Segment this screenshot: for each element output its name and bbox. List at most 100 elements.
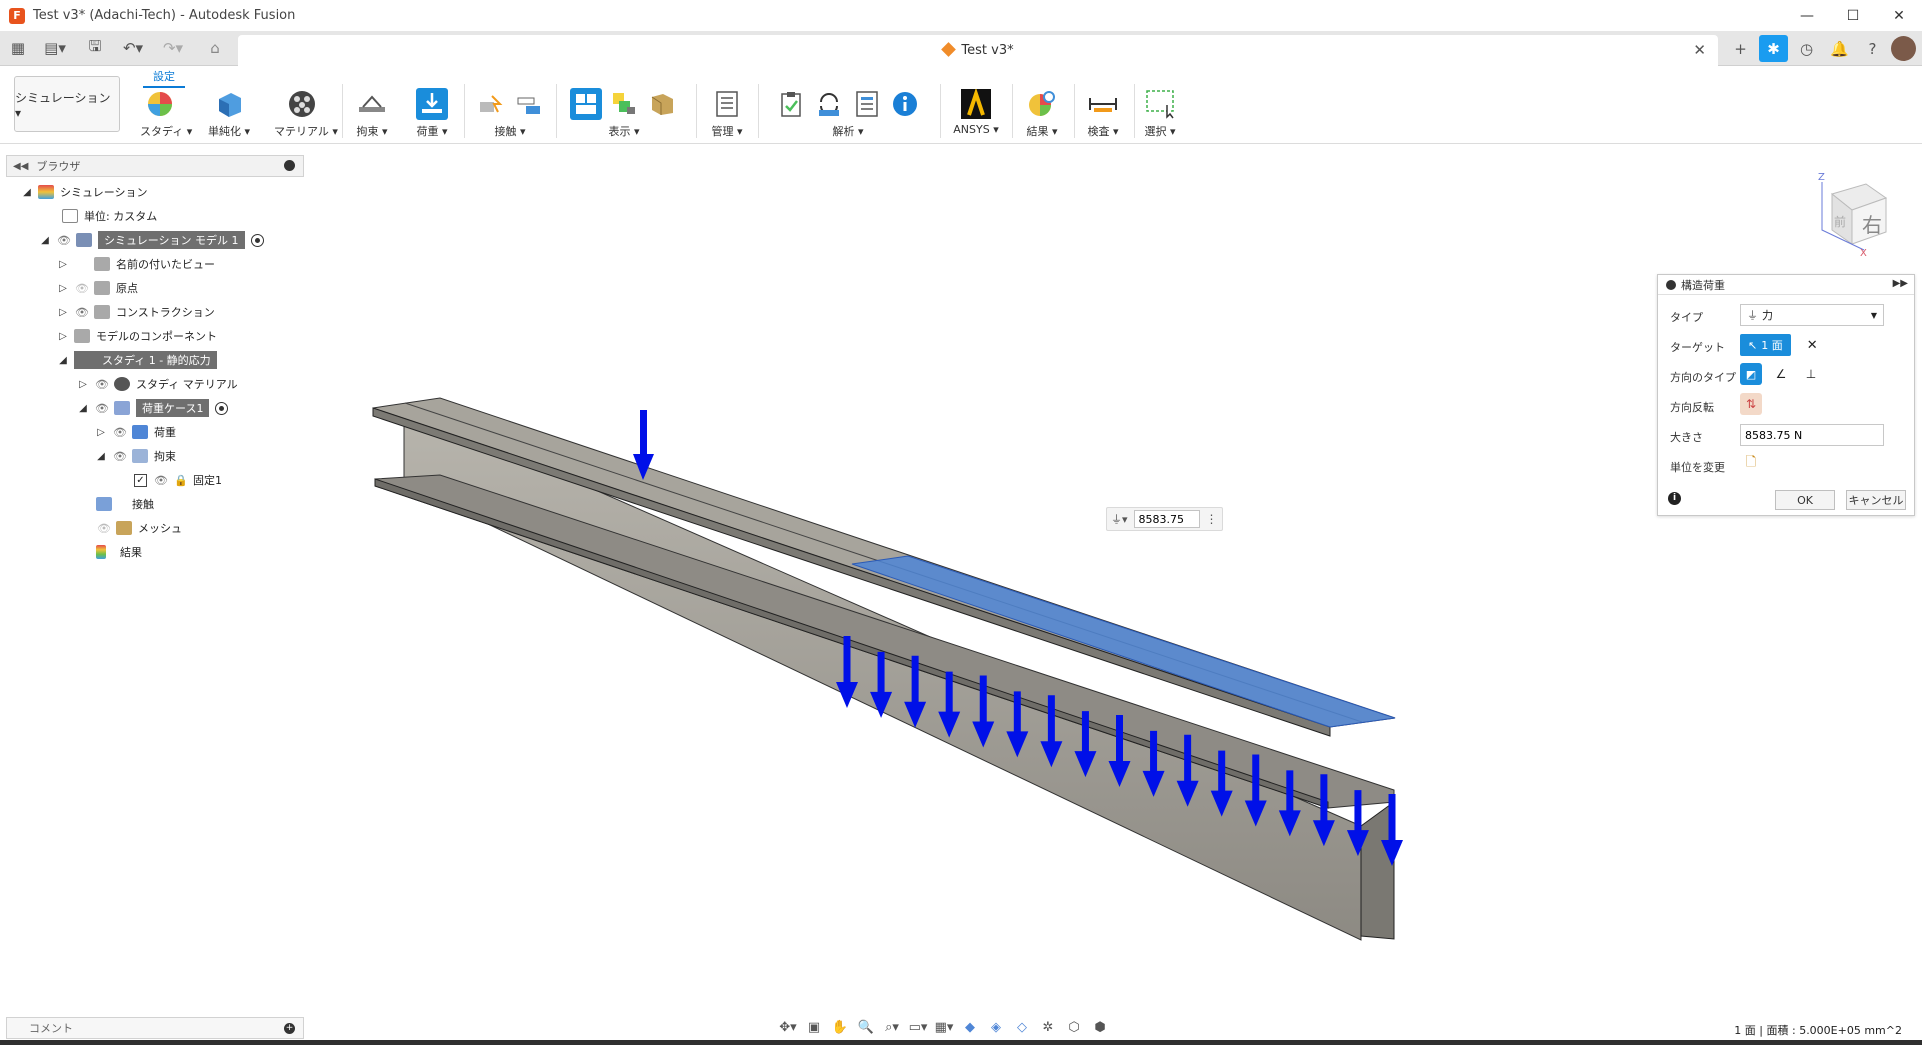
normal-direction-icon[interactable]: ◩ [1740, 363, 1762, 385]
tree-item-study-materials[interactable]: ▷ 👁 スタディ マテリアル [76, 374, 238, 394]
results-group[interactable]: 結果 ▾ [1020, 86, 1064, 142]
collapse-dialog-icon[interactable] [1666, 279, 1676, 290]
close-tab-icon[interactable]: ✕ [1693, 41, 1706, 59]
clear-selection-icon[interactable]: ✕ [1807, 338, 1818, 353]
tree-item-named-views[interactable]: ▷ 名前の付いたビュー [56, 254, 215, 274]
select-group[interactable]: 選択 ▾ [1140, 86, 1180, 142]
contacts-group[interactable]: 接触 ▾ [472, 86, 548, 142]
pan-icon[interactable]: ✋ [829, 1016, 851, 1038]
expand-triangle-icon[interactable]: ▷ [76, 379, 90, 390]
expand-triangle-icon[interactable]: ▷ [56, 283, 70, 294]
visibility-eye-icon[interactable]: 👁 [74, 306, 90, 319]
tree-item-load-case-1[interactable]: ◢ 👁 荷重ケース1 [76, 398, 229, 418]
collapse-browser-icon[interactable]: ◀◀ [13, 161, 28, 172]
close-window-button[interactable]: ✕ [1876, 0, 1922, 31]
minimize-button[interactable]: — [1784, 0, 1830, 31]
tree-item-study-1[interactable]: ◢ スタディ 1 - 静的応力 [56, 350, 217, 370]
tree-item-mesh[interactable]: 👁 メッシュ [96, 518, 182, 538]
job-status-icon[interactable]: ◷ [1792, 35, 1821, 62]
visibility-eye-icon[interactable]: 👁 [153, 474, 169, 487]
target-selection-button[interactable]: ↖ 1 面 [1740, 334, 1791, 356]
user-avatar[interactable] [1891, 36, 1916, 61]
info-icon[interactable]: i [1668, 492, 1681, 505]
cancel-button[interactable]: キャンセル [1846, 490, 1906, 510]
wireframe-shaded-icon[interactable]: ◇ [1011, 1016, 1033, 1038]
look-at-icon[interactable]: ▣ [803, 1016, 825, 1038]
help-icon[interactable]: ? [1858, 35, 1887, 62]
inspect-group[interactable]: 検査 ▾ [1082, 86, 1124, 142]
solve-group[interactable]: 解析 ▾ [765, 86, 931, 142]
expand-triangle-icon[interactable]: ▷ [56, 331, 70, 342]
tab-setup[interactable]: 設定 [143, 68, 185, 88]
collapse-triangle-icon[interactable]: ◢ [76, 403, 90, 414]
magnitude-input[interactable] [1740, 424, 1884, 446]
zoom-icon[interactable]: 🔍 [855, 1016, 877, 1038]
view-cube-right-face[interactable]: 右 [1862, 213, 1882, 237]
ok-button[interactable]: OK [1775, 490, 1835, 510]
tree-item-construction[interactable]: ▷ 👁 コンストラクション [56, 302, 215, 322]
grid-icon[interactable]: ▦▾ [933, 1016, 955, 1038]
home-icon[interactable]: ⌂ [202, 37, 228, 59]
file-menu-icon[interactable]: ▤▾ [40, 37, 70, 59]
extensions-icon[interactable]: ✱ [1759, 35, 1788, 62]
save-icon[interactable]: 🖫 [84, 37, 106, 59]
tree-item-loads[interactable]: ▷ 👁 荷重 [94, 422, 176, 442]
comments-panel[interactable]: コメント + [6, 1017, 304, 1039]
expand-triangle-icon[interactable]: ▷ [56, 307, 70, 318]
expand-triangle-icon[interactable]: ▷ [56, 259, 70, 270]
wireframe-icon[interactable]: ⬢ [1089, 1016, 1111, 1038]
vector-direction-icon[interactable]: ⊥ [1800, 363, 1822, 385]
hidden-edges-icon[interactable]: ⬡ [1063, 1016, 1085, 1038]
redo-icon[interactable]: ↷▾ [158, 37, 188, 59]
shaded-edges-icon[interactable]: ◈ [985, 1016, 1007, 1038]
notifications-icon[interactable]: 🔔 [1825, 35, 1854, 62]
visibility-eye-icon[interactable]: 👁 [56, 234, 72, 247]
visibility-eye-icon[interactable]: 👁 [112, 450, 128, 463]
tree-item-simulation[interactable]: ◢ シミュレーション [20, 182, 148, 202]
visibility-eye-icon[interactable]: 👁 [112, 426, 128, 439]
add-comment-icon[interactable]: + [284, 1023, 295, 1034]
document-tab[interactable]: Test v3* ✕ [238, 35, 1718, 66]
loads-group[interactable]: 荷重 ▾ [410, 86, 454, 142]
view-cube[interactable]: 右 前 Z X [1812, 170, 1896, 260]
tree-item-results[interactable]: 結果 [96, 542, 142, 562]
angle-direction-icon[interactable]: ∠ [1770, 363, 1792, 385]
hidden-eye-icon[interactable]: 👁 [96, 522, 112, 535]
new-tab-icon[interactable]: + [1726, 35, 1755, 62]
collapse-triangle-icon[interactable]: ◢ [38, 235, 52, 246]
tree-item-simulation-model[interactable]: ◢ 👁 シミュレーション モデル 1 [38, 230, 264, 250]
display-group[interactable]: 表示 ▾ [563, 86, 685, 142]
section-view-icon[interactable]: ✲ [1037, 1016, 1059, 1038]
include-checkbox[interactable]: ✓ [134, 473, 147, 487]
expand-dialog-icon[interactable]: ▶▶ [1893, 278, 1908, 289]
tree-item-constraints[interactable]: ◢ 👁 拘束 [94, 446, 176, 466]
fit-icon[interactable]: ⌕▾ [881, 1016, 903, 1038]
tree-item-model-components[interactable]: ▷ モデルのコンポーネント [56, 326, 217, 346]
display-settings-icon[interactable]: ▭▾ [907, 1016, 929, 1038]
force-type-icon[interactable]: ⏚▾ [1111, 511, 1128, 527]
3d-viewport[interactable]: 右 前 Z X [0, 144, 1922, 1016]
tree-item-fixed-1[interactable]: ✓ 👁 🔒 固定1 [134, 470, 222, 490]
simplify-group[interactable]: 単純化 ▾ [205, 86, 253, 142]
tree-item-contacts[interactable]: 接触 [96, 494, 154, 514]
viewport-canvas[interactable] [0, 144, 1922, 1016]
more-options-icon[interactable]: ⋮ [1206, 512, 1218, 526]
tree-item-origin[interactable]: ▷ 👁 原点 [56, 278, 138, 298]
undo-icon[interactable]: ↶▾ [118, 37, 148, 59]
tree-item-units[interactable]: 単位: カスタム [62, 206, 157, 226]
manage-group[interactable]: 管理 ▾ [705, 86, 749, 142]
collapse-triangle-icon[interactable]: ◢ [20, 187, 34, 198]
browser-panel-header[interactable]: ◀◀ ブラウザ [6, 155, 304, 177]
browser-close-icon[interactable] [284, 160, 295, 171]
hidden-eye-icon[interactable]: 👁 [74, 282, 90, 295]
constraints-group[interactable]: 拘束 ▾ [352, 86, 392, 142]
activate-radio-icon[interactable] [250, 233, 264, 247]
study-group[interactable]: スタディ ▾ [140, 86, 192, 142]
apps-grid-icon[interactable]: ▦ [8, 37, 28, 59]
visibility-eye-icon[interactable]: 👁 [94, 402, 110, 415]
orbit-icon[interactable]: ✥▾ [777, 1016, 799, 1038]
ansys-group[interactable]: ANSYS ▾ [950, 86, 1002, 142]
magnitude-hud-input[interactable] [1133, 510, 1200, 528]
collapse-triangle-icon[interactable]: ◢ [94, 451, 108, 462]
workspace-switcher[interactable]: シミュレーション ▾ [14, 76, 120, 132]
